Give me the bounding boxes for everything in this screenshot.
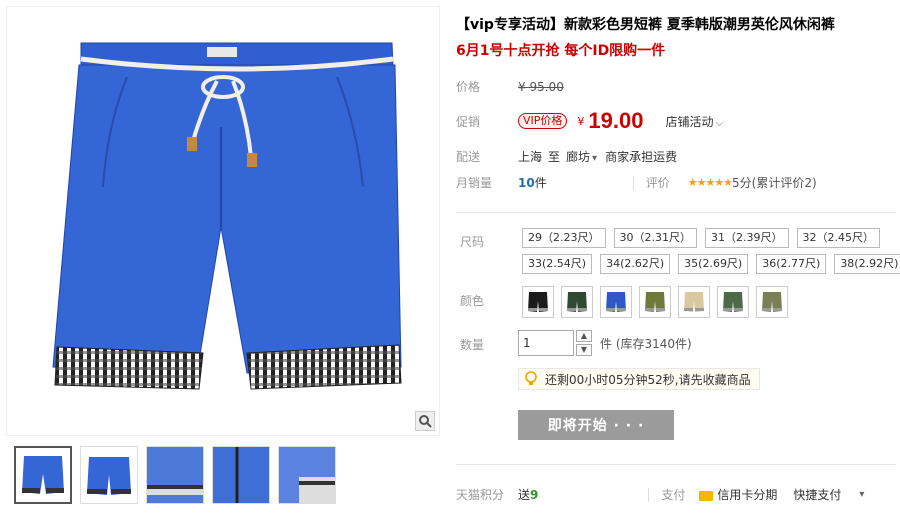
shipping-destination-dropdown[interactable]: 廊坊 ▾ bbox=[566, 148, 597, 165]
product-subtitle: 6月1号十点开抢 每个ID限购一件 bbox=[456, 43, 666, 59]
color-swatch[interactable] bbox=[639, 286, 671, 318]
section-divider bbox=[456, 212, 896, 213]
footer-divider bbox=[456, 464, 896, 465]
caret-down-icon: ▾ bbox=[592, 153, 598, 164]
countdown-text: 还剩00小时05分钟52秒,请先收藏商品 bbox=[545, 372, 751, 387]
size-option[interactable]: 34(2.62尺) bbox=[600, 254, 671, 274]
thumbnail-2[interactable] bbox=[80, 446, 138, 504]
sales-label: 月销量 bbox=[456, 176, 493, 190]
color-swatch[interactable] bbox=[561, 286, 593, 318]
stock-info: 件 (库存3140件) bbox=[600, 336, 692, 351]
size-option[interactable]: 33(2.54尺) bbox=[522, 254, 593, 274]
main-product-image[interactable] bbox=[6, 6, 440, 436]
card-installment-link[interactable]: 信用卡分期 bbox=[717, 486, 777, 503]
quick-pay-link[interactable]: 快捷支付 bbox=[793, 486, 841, 503]
thumbnail-1[interactable] bbox=[14, 446, 72, 504]
promo-row: 促销 VIP价格 ¥ 19.00 店铺活动 ⌵ bbox=[456, 108, 723, 134]
sales-count: 10 bbox=[518, 175, 535, 190]
color-swatch[interactable] bbox=[600, 286, 632, 318]
thumbnail-5[interactable] bbox=[278, 446, 336, 504]
credit-card-icon bbox=[699, 490, 714, 501]
vip-price: 19.00 bbox=[588, 108, 644, 133]
color-label-row: 颜色 bbox=[460, 292, 522, 309]
decrement-button[interactable]: ▼ bbox=[576, 344, 592, 356]
shipping-fee: 商家承担运费 bbox=[605, 150, 678, 164]
color-options bbox=[522, 286, 788, 318]
size-row-1: 29（2.23尺） 30（2.31尺） 31（2.39尺） 32（2.45尺） bbox=[522, 228, 892, 248]
increment-button[interactable]: ▲ bbox=[576, 330, 592, 342]
lightbulb-icon bbox=[525, 371, 537, 385]
size-option[interactable]: 31（2.39尺） bbox=[705, 228, 789, 248]
size-options: 29（2.23尺） 30（2.31尺） 31（2.39尺） 32（2.45尺） 33(… bbox=[522, 228, 900, 280]
quantity-control: 1 ▲ ▼ 件 (库存3140件) bbox=[518, 330, 692, 356]
points-prefix: 送 bbox=[518, 488, 531, 502]
quantity-label: 数量 bbox=[460, 338, 485, 352]
size-option[interactable]: 38(2.92尺) bbox=[834, 254, 900, 274]
sales-unit: 件 bbox=[534, 176, 547, 190]
shipping-to-word: 至 bbox=[548, 150, 561, 164]
promo-label: 促销 bbox=[456, 114, 481, 129]
color-swatch[interactable] bbox=[756, 286, 788, 318]
product-detail: 【vip专享活动】新款彩色男短裤 夏季韩版潮男英伦风休闲裤 6月1号十点开抢 每… bbox=[452, 14, 900, 514]
size-option[interactable]: 30（2.31尺） bbox=[613, 228, 697, 248]
thumbnail-4[interactable] bbox=[212, 446, 270, 504]
chevron-down-icon: ⌵ bbox=[715, 117, 724, 129]
rating-score-link[interactable]: 5分(累计评价2) bbox=[732, 174, 817, 191]
price-row: 价格 ¥ 95.00 bbox=[456, 78, 564, 95]
color-label: 颜色 bbox=[460, 294, 485, 308]
shipping-row: 配送 上海 至 廊坊 ▾ 商家承担运费 bbox=[456, 148, 677, 165]
divider bbox=[648, 487, 650, 502]
zoom-icon[interactable] bbox=[415, 411, 435, 431]
thumbnail-strip bbox=[14, 446, 434, 508]
product-gallery bbox=[6, 6, 440, 516]
size-row-2: 33(2.54尺) 34(2.62尺) 35(2.69尺) 36(2.77尺) 38(2… bbox=[522, 254, 900, 274]
size-label-row: 尺码 bbox=[460, 233, 522, 250]
quantity-input[interactable]: 1 bbox=[518, 330, 574, 356]
original-price: ¥ 95.00 bbox=[518, 79, 564, 94]
divider bbox=[632, 175, 634, 190]
size-option[interactable]: 29（2.23尺） bbox=[522, 228, 606, 248]
color-swatch[interactable] bbox=[522, 286, 554, 318]
color-swatch[interactable] bbox=[678, 286, 710, 318]
shop-activity-dropdown[interactable]: 店铺活动 ⌵ bbox=[665, 113, 723, 130]
coming-soon-button[interactable]: 即将开始 · · · bbox=[518, 410, 674, 440]
countdown-tip: 还剩00小时05分钟52秒,请先收藏商品 bbox=[518, 368, 760, 390]
quantity-stepper: ▲ ▼ bbox=[576, 330, 592, 356]
caret-down-icon[interactable]: ▾ bbox=[859, 489, 864, 500]
product-title: 【vip专享活动】新款彩色男短裤 夏季韩版潮男英伦风休闲裤 bbox=[456, 17, 835, 33]
price-box: 价格 ¥ 95.00 促销 VIP价格 ¥ 19.00 店铺活动 ⌵ 配送 上海 … bbox=[452, 72, 896, 218]
review-label: 评价 bbox=[645, 176, 670, 190]
vip-price-tag: VIP价格 bbox=[518, 113, 568, 129]
price-label: 价格 bbox=[456, 80, 481, 94]
vip-currency: ¥ bbox=[577, 114, 585, 128]
size-option[interactable]: 35(2.69尺) bbox=[678, 254, 749, 274]
points-label: 天猫积分 bbox=[456, 488, 505, 502]
shipping-from: 上海 bbox=[518, 150, 543, 164]
sales-row: 月销量 10 件 评价 ★★★★★ 5分(累计评价2) bbox=[456, 174, 817, 191]
qty-label-row: 数量 bbox=[460, 336, 522, 353]
size-label: 尺码 bbox=[460, 235, 485, 249]
footer-row: 天猫积分 送 9 支付 信用卡分期 快捷支付 ▾ bbox=[456, 486, 896, 503]
rating-stars-icon: ★★★★★ bbox=[687, 176, 733, 189]
size-option[interactable]: 36(2.77尺) bbox=[756, 254, 827, 274]
points-value: 9 bbox=[530, 487, 539, 502]
pay-label: 支付 bbox=[661, 488, 686, 502]
shipping-label: 配送 bbox=[456, 150, 481, 164]
size-option[interactable]: 32（2.45尺） bbox=[796, 228, 880, 248]
active-pointer-icon bbox=[40, 446, 52, 447]
shorts-illustration bbox=[52, 42, 402, 390]
color-swatch[interactable] bbox=[717, 286, 749, 318]
thumbnail-3[interactable] bbox=[146, 446, 204, 504]
